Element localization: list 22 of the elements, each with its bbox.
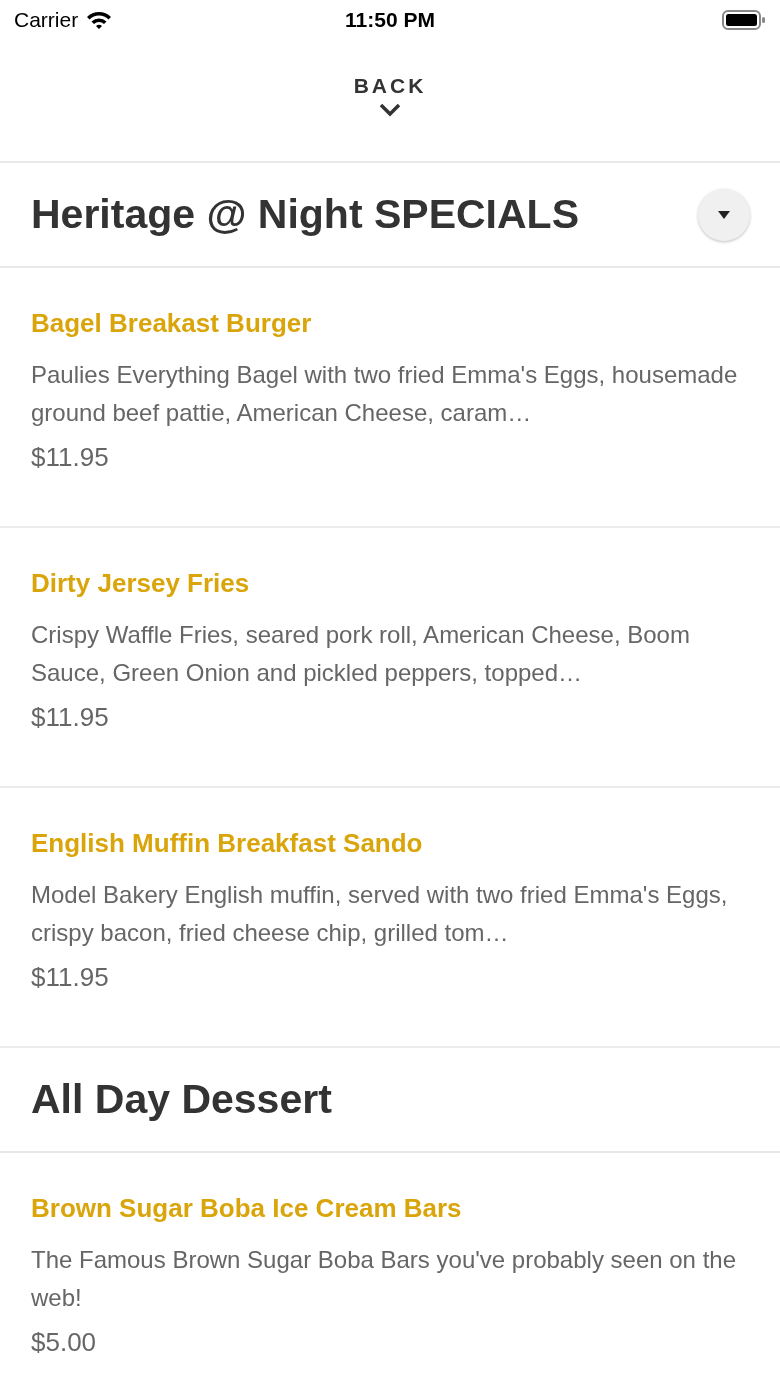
back-button[interactable]: BACK: [353, 74, 427, 136]
item-name[interactable]: English Muffin Breakfast Sando: [31, 828, 749, 859]
section-title: All Day Dessert: [31, 1076, 332, 1123]
chevron-down-icon: [378, 102, 402, 118]
item-price: $11.95: [31, 702, 110, 733]
item-description: Model Bakery English muffin, served with two fried Emma's Eggs, crispy bacon, fried cheese chip, grilled tom…: [31, 880, 729, 948]
carrier-name: Carrier: [14, 8, 79, 32]
item-price: $11.95: [31, 962, 110, 993]
clock-time: 11:50 PM: [344, 8, 436, 32]
caret-icon: [717, 209, 731, 220]
item-name[interactable]: Bagel Breakast Burger: [31, 308, 749, 339]
item-price: $11.95: [31, 442, 110, 473]
item-name[interactable]: Brown Sugar Boba Ice Cream Bars: [31, 1193, 749, 1224]
dropdown-button[interactable]: [698, 188, 750, 241]
item-price: $5.00: [31, 1327, 98, 1358]
wifi-icon: [86, 10, 113, 30]
battery-icon: [722, 9, 766, 31]
section-title: Heritage @ Night SPECIALS: [31, 191, 579, 238]
item-description: The Famous Brown Sugar Boba Bars you've probably seen on the web!: [31, 1245, 737, 1313]
item-description: Crispy Waffle Fries, seared pork roll, American Cheese, Boom Sauce, Green Onion and pickled peppers, topped…: [31, 620, 691, 688]
item-description: Paulies Everything Bagel with two fried Emma's Eggs, housemade ground beef pattie, American Cheese, caram…: [31, 360, 739, 428]
item-name[interactable]: Dirty Jersey Fries: [31, 568, 749, 599]
